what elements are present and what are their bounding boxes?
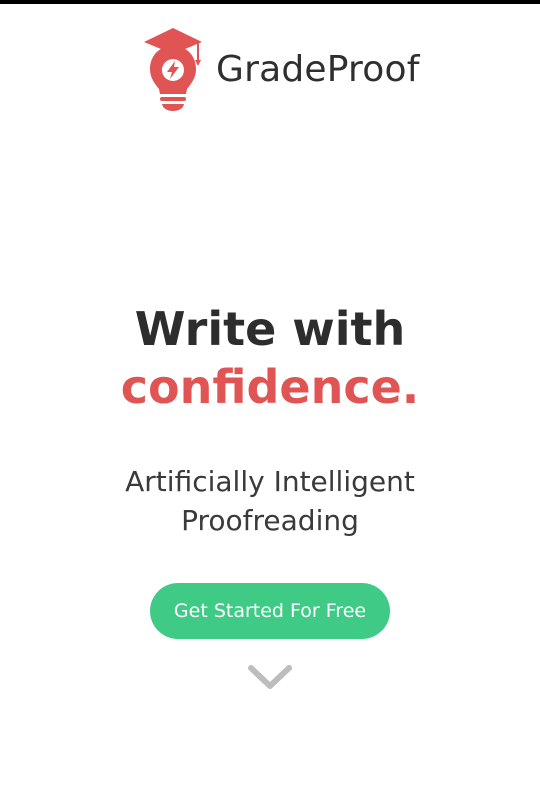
chevron-down-icon[interactable] (247, 662, 293, 692)
hero-title-line1: Write with (134, 302, 406, 356)
hero-title-line2: confidence. (120, 360, 420, 414)
lightbulb-graduation-cap-icon (144, 28, 202, 111)
hero-title: Write with confidence. (0, 300, 540, 416)
top-bar (0, 0, 540, 4)
brand-name: GradeProof (216, 49, 420, 90)
brand-header[interactable]: GradeProof (142, 26, 420, 112)
hero-subtitle-line2: Proofreading (181, 504, 359, 537)
hero-subtitle: Artificially Intelligent Proofreading (0, 462, 540, 540)
hero-subtitle-line1: Artificially Intelligent (125, 465, 415, 498)
landing-page: GradeProof Write with confidence. Artifi… (0, 0, 540, 800)
get-started-button[interactable]: Get Started For Free (150, 583, 390, 639)
